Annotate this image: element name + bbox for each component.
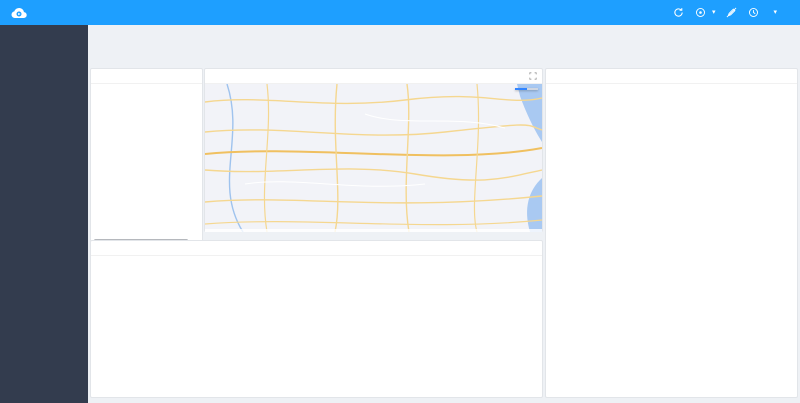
chevron-down-icon: ▾ (712, 9, 716, 16)
map-panel (204, 68, 543, 232)
factor-info-header (91, 241, 542, 256)
brand (0, 6, 43, 20)
pen-slash-icon[interactable] (726, 7, 737, 18)
map-canvas[interactable] (205, 84, 542, 232)
factor-cards (91, 256, 542, 266)
topbar: ▾ ▾ (0, 0, 800, 25)
device-info-header (546, 69, 797, 84)
device-list-header (91, 69, 202, 84)
alarm-highlight-dropdown[interactable]: ▾ (695, 7, 716, 18)
device-list-panel (90, 68, 203, 245)
map-tiles (205, 84, 542, 232)
map-type-map-button[interactable] (515, 88, 527, 90)
device-info-fields (546, 84, 797, 91)
dashboard-root: ▾ ▾ (0, 0, 800, 403)
topbar-tools: ▾ ▾ (673, 7, 800, 18)
chevron-down-icon: ▾ (773, 9, 777, 16)
stat-cards (91, 28, 797, 66)
cloud-logo-icon (9, 6, 29, 20)
sidebar (0, 25, 88, 403)
map-type-hybrid-button[interactable] (527, 88, 538, 90)
device-info-panel (545, 68, 798, 398)
map-attribution (205, 229, 542, 232)
notifications-clock-icon[interactable] (748, 7, 759, 18)
factor-info-panel (90, 240, 543, 398)
account-dropdown[interactable]: ▾ (770, 9, 777, 16)
fullscreen-icon[interactable] (529, 72, 537, 80)
refresh-icon[interactable] (673, 7, 684, 18)
map-type-switch (515, 88, 538, 90)
map-header (205, 69, 542, 84)
device-tree (91, 84, 202, 246)
camera-info-label (546, 91, 797, 103)
